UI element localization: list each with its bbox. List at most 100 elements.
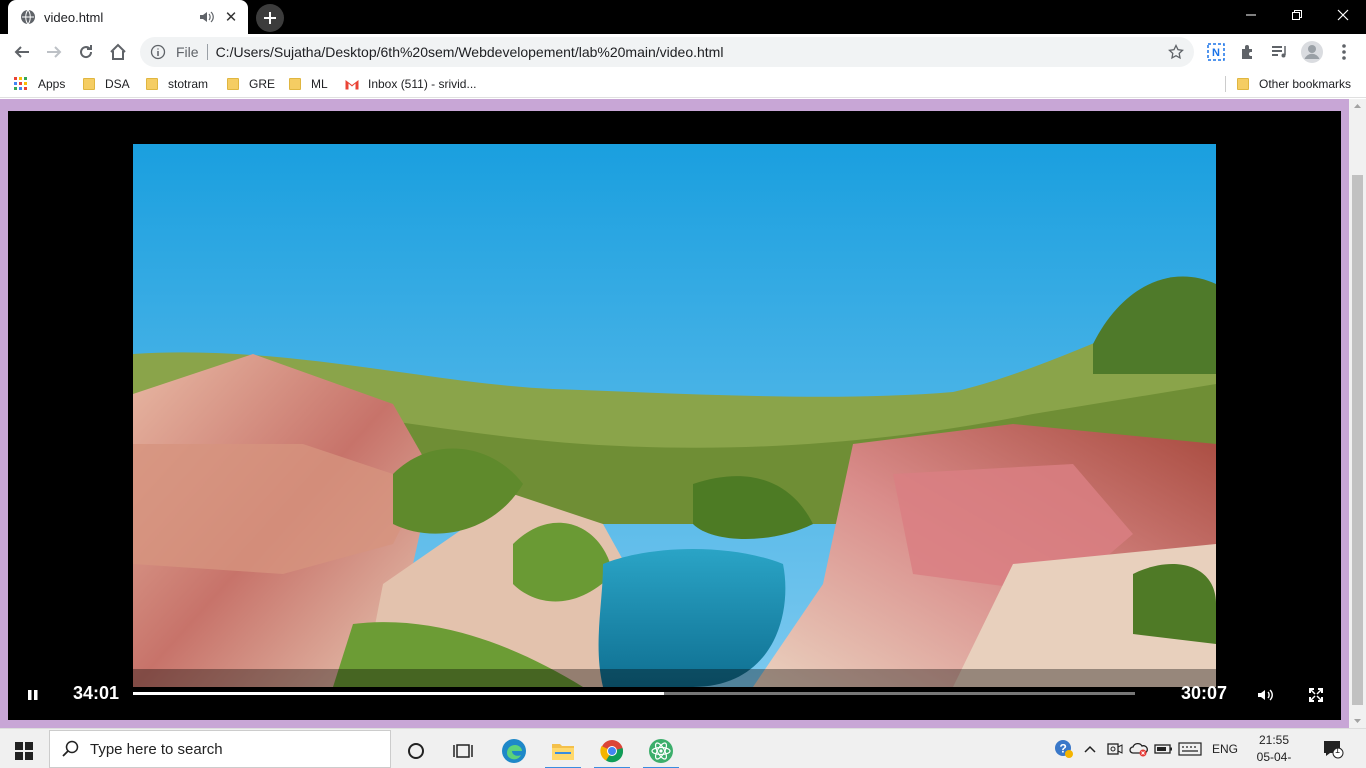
- bookmark-gre[interactable]: GRE: [227, 75, 275, 93]
- chrome-icon: [600, 740, 624, 763]
- back-button[interactable]: [8, 38, 36, 66]
- task-view-button[interactable]: [441, 733, 485, 768]
- puzzle-icon: [1242, 45, 1252, 59]
- tab-strip: video.html ✕: [0, 0, 1366, 34]
- forward-button[interactable]: [40, 38, 68, 66]
- keyboard-tray[interactable]: [1178, 739, 1202, 759]
- new-tab-button[interactable]: [256, 4, 284, 32]
- plus-icon: [264, 12, 276, 24]
- language-label: ENG: [1212, 742, 1239, 756]
- edge-app[interactable]: [492, 733, 536, 768]
- scrollbar-thumb[interactable]: [1352, 175, 1363, 705]
- playlist-icon: [1272, 46, 1286, 58]
- onedrive-tray[interactable]: [1129, 739, 1149, 759]
- scroll-down-icon[interactable]: [1349, 714, 1366, 728]
- url-text[interactable]: C:/Users/Sujatha/Desktop/6th%20sem/Webde…: [216, 44, 724, 60]
- minimize-button[interactable]: [1228, 0, 1274, 30]
- edge-icon: [502, 739, 526, 763]
- seek-bar[interactable]: [133, 692, 1135, 695]
- page-content: 34:01 30:07: [0, 99, 1366, 728]
- folder-icon: [83, 78, 95, 90]
- profile-button[interactable]: [1300, 40, 1324, 64]
- arrow-right-icon: [47, 46, 62, 58]
- task-view-icon: [453, 744, 473, 758]
- video-player[interactable]: 34:01 30:07: [8, 111, 1341, 720]
- reload-icon: [80, 45, 93, 59]
- pause-button[interactable]: [21, 683, 45, 707]
- taskbar-search[interactable]: Type here to search: [49, 730, 391, 768]
- help-icon: ?: [1055, 740, 1073, 758]
- bookmark-other[interactable]: Other bookmarks: [1237, 75, 1351, 93]
- start-button[interactable]: [2, 733, 46, 768]
- cortana-icon: [408, 743, 424, 759]
- volume-button[interactable]: [1254, 683, 1278, 707]
- scheme-label: File: [176, 44, 199, 60]
- divider: [1225, 76, 1226, 92]
- menu-button[interactable]: [1332, 40, 1356, 64]
- language-indicator[interactable]: ENG: [1212, 739, 1238, 759]
- bookmark-label: stotram: [168, 77, 209, 91]
- gmail-icon: [345, 79, 359, 89]
- fullscreen-button[interactable]: [1304, 683, 1328, 707]
- chrome-app[interactable]: [590, 733, 634, 768]
- remaining-time: 30:07: [1181, 683, 1228, 703]
- speaker-icon[interactable]: [198, 9, 216, 25]
- cloud-icon: [1129, 742, 1148, 757]
- extension-n-button[interactable]: N: [1204, 40, 1228, 64]
- bookmark-label: Inbox (511) - srivid...: [368, 77, 477, 91]
- close-window-button[interactable]: [1320, 0, 1366, 30]
- extension-n-icon: N: [1207, 43, 1225, 61]
- search-icon: [62, 740, 79, 757]
- folder-icon: [146, 78, 158, 90]
- windows-logo-icon: [15, 742, 33, 760]
- arrow-left-icon: [14, 46, 29, 58]
- info-icon[interactable]: [150, 44, 166, 60]
- volume-icon: [1258, 689, 1273, 701]
- battery-icon: [1154, 744, 1172, 754]
- clock-date: 05-04-2021: [1256, 750, 1292, 768]
- atom-app[interactable]: [639, 733, 683, 768]
- pause-icon: [28, 690, 38, 700]
- extensions-button[interactable]: [1236, 40, 1260, 64]
- video-controls: 34:01 30:07: [8, 671, 1341, 717]
- globe-icon: [21, 9, 35, 25]
- notification-count: 1: [1335, 745, 1341, 755]
- restore-button[interactable]: [1274, 0, 1320, 30]
- media-control-button[interactable]: [1267, 40, 1291, 64]
- page-scrollbar[interactable]: [1349, 99, 1366, 728]
- bookmark-stotram[interactable]: stotram: [146, 75, 208, 93]
- bookmark-label: Apps: [38, 77, 66, 91]
- restore-icon: [1292, 10, 1302, 20]
- atom-icon: [649, 739, 673, 763]
- bookmark-dsa[interactable]: DSA: [83, 75, 130, 93]
- file-explorer-app[interactable]: [541, 733, 585, 768]
- show-hidden-icons[interactable]: [1083, 739, 1097, 759]
- video-frame[interactable]: [133, 144, 1216, 687]
- bookmark-label: GRE: [249, 77, 276, 91]
- bookmarks-bar: Apps DSA stotram GRE ML Inbox (511) - sr…: [0, 70, 1366, 98]
- star-icon[interactable]: [1168, 44, 1184, 60]
- help-tray-icon[interactable]: ?: [1054, 739, 1074, 759]
- reload-button[interactable]: [72, 38, 100, 66]
- folder-icon: [1237, 78, 1249, 90]
- battery-tray[interactable]: [1154, 739, 1174, 759]
- elapsed-time: 34:01: [73, 683, 120, 703]
- home-button[interactable]: [104, 38, 132, 66]
- bookmark-ml[interactable]: ML: [289, 75, 328, 93]
- meet-now-tray[interactable]: [1106, 739, 1124, 759]
- action-center-button[interactable]: 1: [1322, 739, 1344, 759]
- folder-icon: [227, 78, 239, 90]
- bookmark-inbox[interactable]: Inbox (511) - srivid...: [345, 75, 476, 93]
- scroll-up-icon[interactable]: [1349, 99, 1366, 113]
- address-bar[interactable]: File C:/Users/Sujatha/Desktop/6th%20sem/…: [140, 37, 1194, 67]
- folder-icon: [289, 78, 301, 90]
- bookmark-apps[interactable]: Apps: [14, 75, 65, 93]
- cortana-button[interactable]: [394, 733, 438, 768]
- apps-grid-icon: [14, 77, 27, 90]
- tab-video-html[interactable]: video.html ✕: [8, 0, 248, 34]
- close-tab-icon[interactable]: ✕: [222, 8, 240, 26]
- bookmark-label: ML: [311, 77, 328, 91]
- system-clock[interactable]: 21:55 05-04-2021: [1244, 732, 1304, 768]
- fullscreen-icon: [1309, 688, 1323, 702]
- chevron-up-icon: [1084, 745, 1096, 753]
